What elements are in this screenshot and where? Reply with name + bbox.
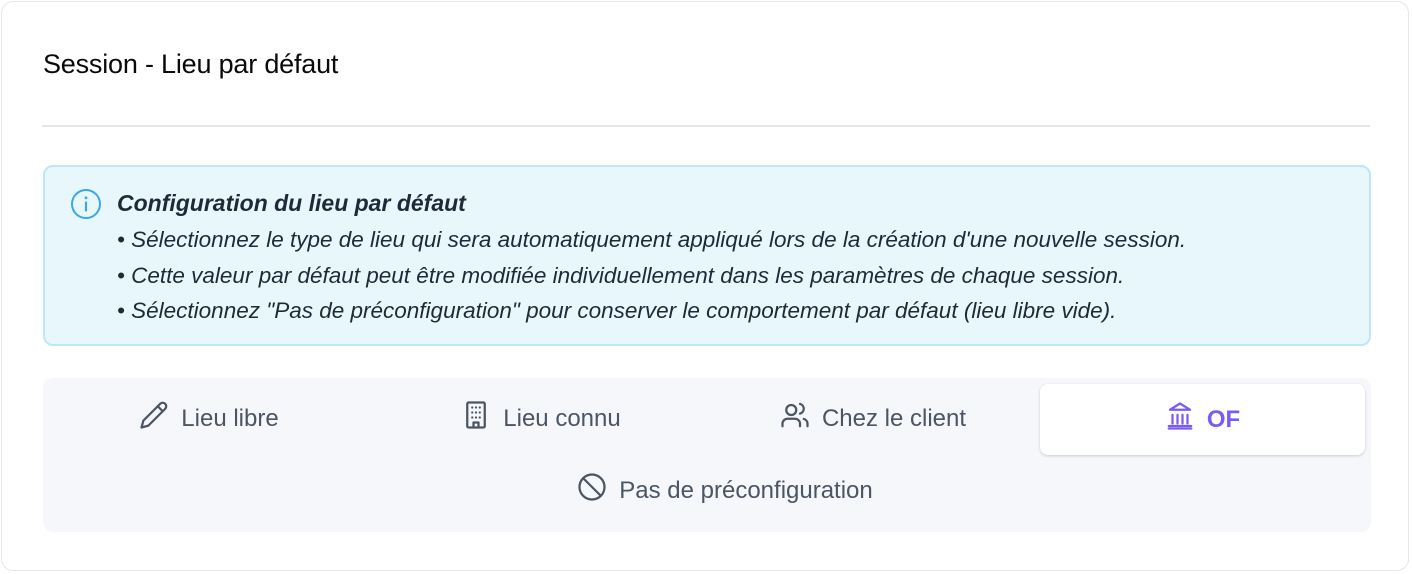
info-list: • Sélectionnez le type de lieu qui sera … [117, 222, 1186, 329]
option-of-selected[interactable]: OF [1040, 384, 1365, 455]
info-line: • Cette valeur par défaut peut être modi… [117, 262, 1125, 288]
ban-icon [577, 472, 607, 509]
landmark-icon [1165, 401, 1195, 438]
building-icon [461, 400, 491, 437]
users-icon [780, 400, 810, 437]
option-label: Lieu connu [503, 404, 621, 432]
option-label: Pas de préconfiguration [619, 476, 873, 504]
info-heading: Configuration du lieu par défaut [117, 190, 466, 216]
default-location-card: Session - Lieu par défaut Configuration … [1, 1, 1409, 571]
info-callout: Configuration du lieu par défaut • Sélec… [43, 165, 1371, 346]
option-lieu-libre[interactable]: Lieu libre [43, 383, 375, 454]
pencil-icon [139, 400, 169, 437]
info-circle-icon [70, 188, 102, 220]
option-pas-de-preconfiguration[interactable]: Pas de préconfiguration [375, 455, 1075, 526]
location-type-selector: Lieu libre Lieu connu Chez le client OF … [43, 378, 1371, 532]
card-title: Session - Lieu par défaut [43, 49, 339, 79]
info-line: • Sélectionnez "Pas de préconfiguration"… [117, 298, 1117, 323]
divider [42, 125, 1370, 127]
option-lieu-connu[interactable]: Lieu connu [375, 383, 707, 454]
option-label: OF [1206, 405, 1241, 433]
info-line: • Sélectionnez le type de lieu qui sera … [117, 227, 1187, 252]
option-label: Lieu libre [181, 404, 279, 432]
option-chez-le-client[interactable]: Chez le client [707, 383, 1039, 454]
option-label: Chez le client [821, 404, 967, 432]
